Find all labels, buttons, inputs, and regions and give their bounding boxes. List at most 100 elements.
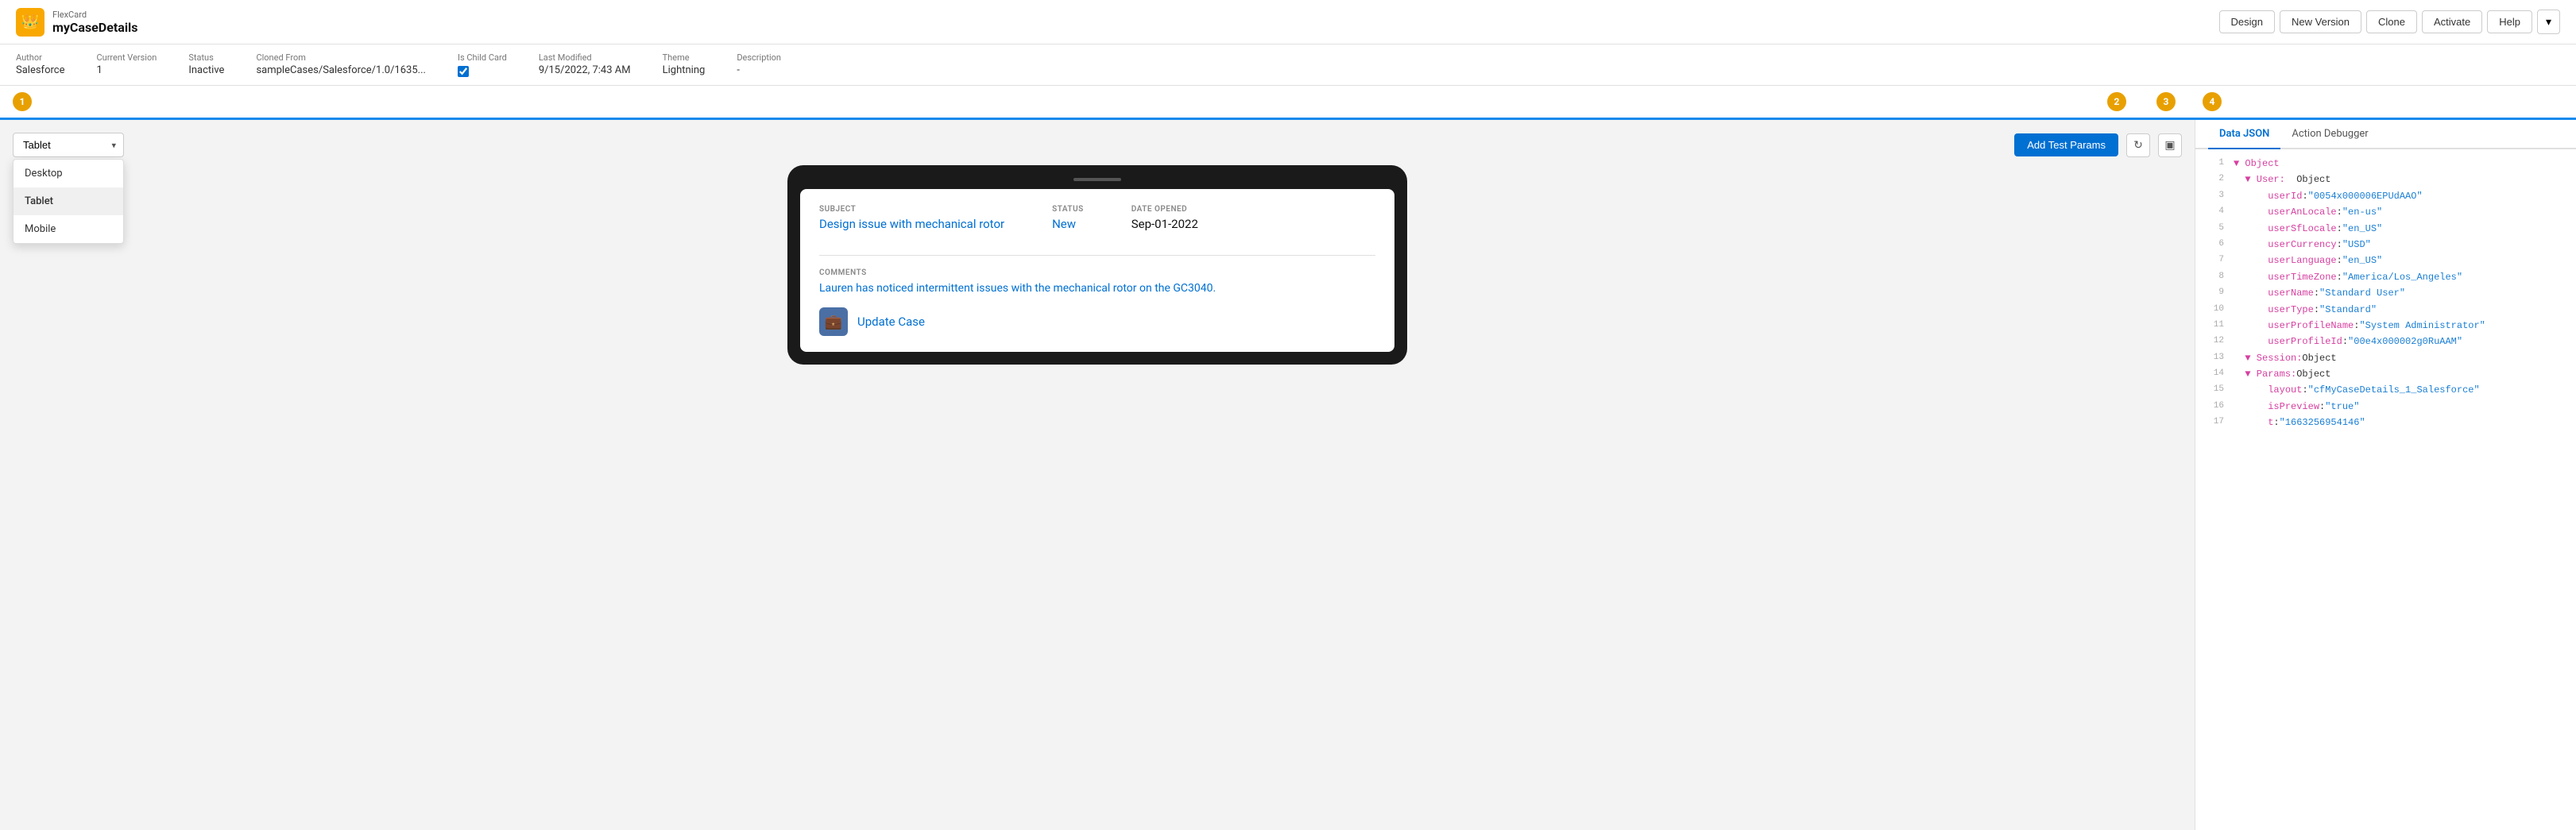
subject-value: Design issue with mechanical rotor [819, 217, 1004, 231]
comments-label: COMMENTS [819, 268, 1375, 277]
theme-value: Lightning [663, 64, 706, 76]
comments-value: Lauren has noticed intermittent issues w… [819, 282, 1375, 295]
author-label: Author [16, 52, 64, 63]
version-label: Current Version [96, 52, 157, 63]
case-section: SUBJECT Design issue with mechanical rot… [819, 205, 1375, 256]
tablet-frame: SUBJECT Design issue with mechanical rot… [787, 165, 1407, 365]
json-line-13: 13 ▼ Session: Object [2195, 350, 2576, 366]
json-panel: Data JSON Action Debugger 1 ▼ Object 2 ▼… [2195, 120, 2576, 830]
card-name-label: myCaseDetails [52, 20, 138, 35]
meta-cloned: Cloned From sampleCases/Salesforce/1.0/1… [256, 52, 426, 76]
main-area: Desktop Tablet Mobile ▾ Desktop Tablet M… [0, 120, 2576, 830]
status-label: Status [188, 52, 224, 63]
json-line-5: 5 userSfLocale: "en_US" [2195, 221, 2576, 237]
case-date-field: DATE OPENED Sep-01-2022 [1131, 205, 1198, 231]
tablet-notch [1073, 178, 1121, 181]
json-line-16: 16 isPreview: "true" [2195, 399, 2576, 415]
dropdown-item-mobile[interactable]: Mobile [14, 215, 123, 243]
tab-action-debugger[interactable]: Action Debugger [2280, 120, 2379, 149]
update-case-row: 💼 Update Case [819, 307, 1375, 336]
meta-description: Description - [737, 52, 781, 76]
case-status-label: STATUS [1052, 205, 1084, 214]
app-name-label: FlexCard [52, 10, 138, 20]
cloned-value: sampleCases/Salesforce/1.0/1635... [256, 64, 426, 76]
badge-4: 4 [2203, 92, 2222, 111]
meta-is-child: Is Child Card [458, 52, 507, 77]
json-line-1: 1 ▼ Object [2195, 156, 2576, 172]
indicator-bar: 1 2 3 4 [0, 86, 2576, 120]
device-dropdown-menu: Desktop Tablet Mobile [13, 159, 124, 244]
design-button[interactable]: Design [2219, 10, 2275, 33]
json-content: 1 ▼ Object 2 ▼ User: Object 3 userId: "0… [2195, 149, 2576, 830]
case-top-row: SUBJECT Design issue with mechanical rot… [819, 205, 1375, 231]
toolbar-row: Desktop Tablet Mobile ▾ Desktop Tablet M… [13, 133, 2182, 157]
layout-button[interactable]: ▣ [2158, 133, 2182, 157]
app-logo-icon: 👑 [16, 8, 44, 37]
activate-button[interactable]: Activate [2422, 10, 2482, 33]
badge-3: 3 [2156, 92, 2176, 111]
json-line-9: 9 userName: "Standard User" [2195, 285, 2576, 301]
json-tabs: Data JSON Action Debugger [2195, 120, 2576, 149]
json-line-12: 12 userProfileId: "00e4x000002g0RuAAM" [2195, 334, 2576, 349]
json-line-17: 17 t: "1663256954146" [2195, 415, 2576, 430]
badge-1: 1 [13, 92, 32, 111]
briefcase-icon: 💼 [819, 307, 848, 336]
device-select-wrapper[interactable]: Desktop Tablet Mobile ▾ Desktop Tablet M… [13, 133, 124, 157]
json-line-14: 14 ▼ Params: Object [2195, 366, 2576, 382]
app-header: 👑 FlexCard myCaseDetails Design New Vers… [0, 0, 2576, 44]
description-label: Description [737, 52, 781, 63]
tablet-screen: SUBJECT Design issue with mechanical rot… [800, 189, 1394, 352]
json-line-2: 2 ▼ User: Object [2195, 172, 2576, 187]
update-case-button[interactable]: Update Case [857, 315, 925, 329]
device-select[interactable]: Desktop Tablet Mobile [13, 133, 124, 157]
json-line-7: 7 userLanguage: "en_US" [2195, 253, 2576, 268]
case-status-value: New [1052, 217, 1084, 231]
badge-2: 2 [2107, 92, 2126, 111]
dropdown-item-desktop[interactable]: Desktop [14, 160, 123, 187]
help-button[interactable]: Help [2487, 10, 2532, 33]
refresh-icon: ↻ [2133, 139, 2143, 152]
meta-author: Author Salesforce [16, 52, 64, 76]
last-modified-value: 9/15/2022, 7:43 AM [539, 64, 631, 76]
cloned-label: Cloned From [256, 52, 426, 63]
add-test-params-button[interactable]: Add Test Params [2014, 133, 2118, 156]
json-line-10: 10 userType: "Standard" [2195, 302, 2576, 318]
meta-theme: Theme Lightning [663, 52, 706, 76]
json-line-3: 3 userId: "0054x000006EPUdAAO" [2195, 188, 2576, 204]
meta-last-modified: Last Modified 9/15/2022, 7:43 AM [539, 52, 631, 76]
meta-status: Status Inactive [188, 52, 224, 76]
badge-row: 1 2 3 4 [13, 92, 2563, 111]
author-value: Salesforce [16, 64, 64, 76]
clone-button[interactable]: Clone [2366, 10, 2417, 33]
layout-icon: ▣ [2164, 139, 2175, 152]
is-child-checkbox[interactable] [458, 66, 469, 77]
json-line-15: 15 layout: "cfMyCaseDetails_1_Salesforce… [2195, 382, 2576, 398]
version-value: 1 [96, 64, 157, 76]
subject-label: SUBJECT [819, 205, 1004, 214]
date-value: Sep-01-2022 [1131, 217, 1198, 231]
tab-data-json[interactable]: Data JSON [2208, 120, 2280, 149]
last-modified-label: Last Modified [539, 52, 631, 63]
refresh-button[interactable]: ↻ [2126, 133, 2150, 157]
status-value: Inactive [188, 64, 224, 76]
meta-version: Current Version 1 [96, 52, 157, 76]
dropdown-item-tablet[interactable]: Tablet [14, 187, 123, 215]
logo-section: 👑 FlexCard myCaseDetails [16, 8, 2219, 37]
theme-label: Theme [663, 52, 706, 63]
json-line-6: 6 userCurrency: "USD" [2195, 237, 2576, 253]
header-more-button[interactable]: ▾ [2537, 10, 2560, 34]
json-line-8: 8 userTimeZone: "America/Los_Angeles" [2195, 269, 2576, 285]
json-line-4: 4 userAnLocale: "en-us" [2195, 204, 2576, 220]
header-title-block: FlexCard myCaseDetails [52, 10, 138, 35]
preview-panel: Desktop Tablet Mobile ▾ Desktop Tablet M… [0, 120, 2195, 830]
case-status-field: STATUS New [1052, 205, 1084, 231]
case-subject-field: SUBJECT Design issue with mechanical rot… [819, 205, 1004, 231]
new-version-button[interactable]: New Version [2280, 10, 2361, 33]
meta-row: Author Salesforce Current Version 1 Stat… [0, 44, 2576, 86]
json-line-11: 11 userProfileName: "System Administrato… [2195, 318, 2576, 334]
is-child-label: Is Child Card [458, 52, 507, 63]
comments-section: COMMENTS Lauren has noticed intermittent… [819, 268, 1375, 295]
description-value: - [737, 64, 781, 76]
date-label: DATE OPENED [1131, 205, 1198, 214]
header-actions: Design New Version Clone Activate Help ▾ [2219, 10, 2560, 34]
